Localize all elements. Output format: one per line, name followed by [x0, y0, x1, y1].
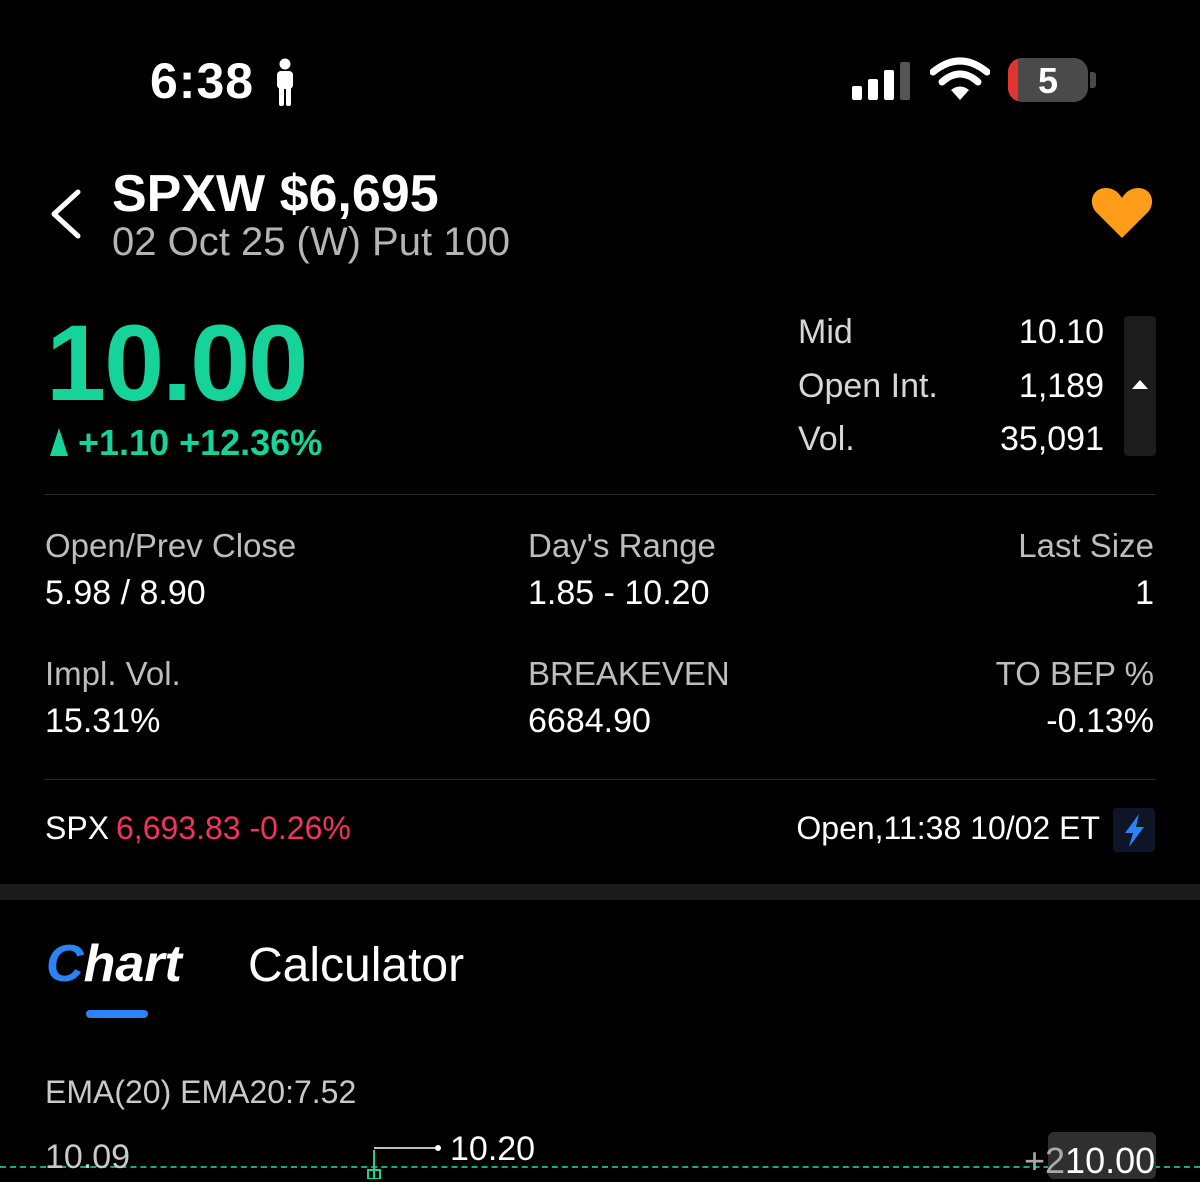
chart-axis-price: 10.09 [45, 1138, 131, 1176]
tab-calculator[interactable]: Calculator [248, 938, 464, 993]
volume-value: 35,091 [1000, 420, 1104, 458]
tab-chart-initial: C [46, 935, 84, 993]
lightning-bolt-icon [1125, 814, 1144, 847]
battery-tip [1090, 72, 1096, 88]
open-prev-close-value: 5.98 / 8.90 [45, 574, 206, 612]
last-price: 10.00 [46, 302, 308, 423]
tab-chart-label: hart [83, 935, 182, 993]
current-price-label: +210.00 [1024, 1140, 1155, 1182]
implied-vol-label: Impl. Vol. [45, 655, 181, 692]
up-arrow-icon [50, 428, 68, 456]
open-interest-value: 1,189 [1018, 367, 1104, 405]
tab-chart[interactable]: Chart [46, 934, 182, 994]
underlying-symbol[interactable]: SPX [45, 810, 109, 847]
battery-level: 5 [1037, 60, 1059, 101]
caret-up-icon [1132, 380, 1148, 389]
current-price-prefix: +2 [1024, 1140, 1066, 1181]
battery-indicator: 5 [1008, 58, 1088, 102]
option-symbol-title: SPXW $6,695 [112, 165, 439, 223]
price-change-value: +1.10 +12.36% [78, 422, 323, 463]
breakeven-label: BREAKEVEN [528, 655, 730, 692]
status-time: 6:38 [150, 53, 255, 109]
open-prev-close-label: Open/Prev Close [45, 527, 297, 564]
active-tab-indicator [86, 1010, 148, 1018]
implied-vol-value: 15.31% [45, 702, 161, 740]
market-status: Open,11:38 10/02 ET [796, 810, 1100, 846]
to-bep-label: TO BEP % [995, 655, 1154, 692]
heart-icon[interactable] [1090, 184, 1154, 240]
candlestick-marks [367, 1145, 441, 1179]
current-price-value: 10.00 [1065, 1140, 1156, 1181]
price-change: +1.10 +12.36% [50, 422, 322, 464]
price-reference-line [0, 1166, 1200, 1168]
to-bep-value: -0.13% [1046, 702, 1154, 740]
realtime-button[interactable] [1113, 808, 1155, 852]
divider [44, 779, 1156, 780]
wifi-icon [930, 57, 990, 100]
last-size-label: Last Size [1018, 527, 1154, 564]
underlying-quote: 6,693.83 -0.26% [116, 810, 351, 846]
breakeven-value: 6684.90 [528, 702, 651, 740]
days-range-value: 1.85 - 10.20 [528, 574, 710, 612]
ema-indicator-label[interactable]: EMA(20) EMA20:7.52 [45, 1074, 356, 1111]
back-chevron-icon[interactable] [44, 186, 88, 242]
expand-stats-button[interactable] [1124, 316, 1156, 456]
person-icon [277, 58, 293, 106]
last-size-value: 1 [1135, 574, 1154, 612]
divider [44, 494, 1156, 495]
chart-high-label: 10.20 [450, 1130, 536, 1168]
days-range-label: Day's Range [528, 527, 716, 564]
mid-value: 10.10 [1018, 313, 1104, 351]
contract-description: 02 Oct 25 (W) Put 100 [112, 220, 510, 264]
cellular-signal-icon [852, 62, 910, 100]
section-separator [0, 884, 1200, 900]
